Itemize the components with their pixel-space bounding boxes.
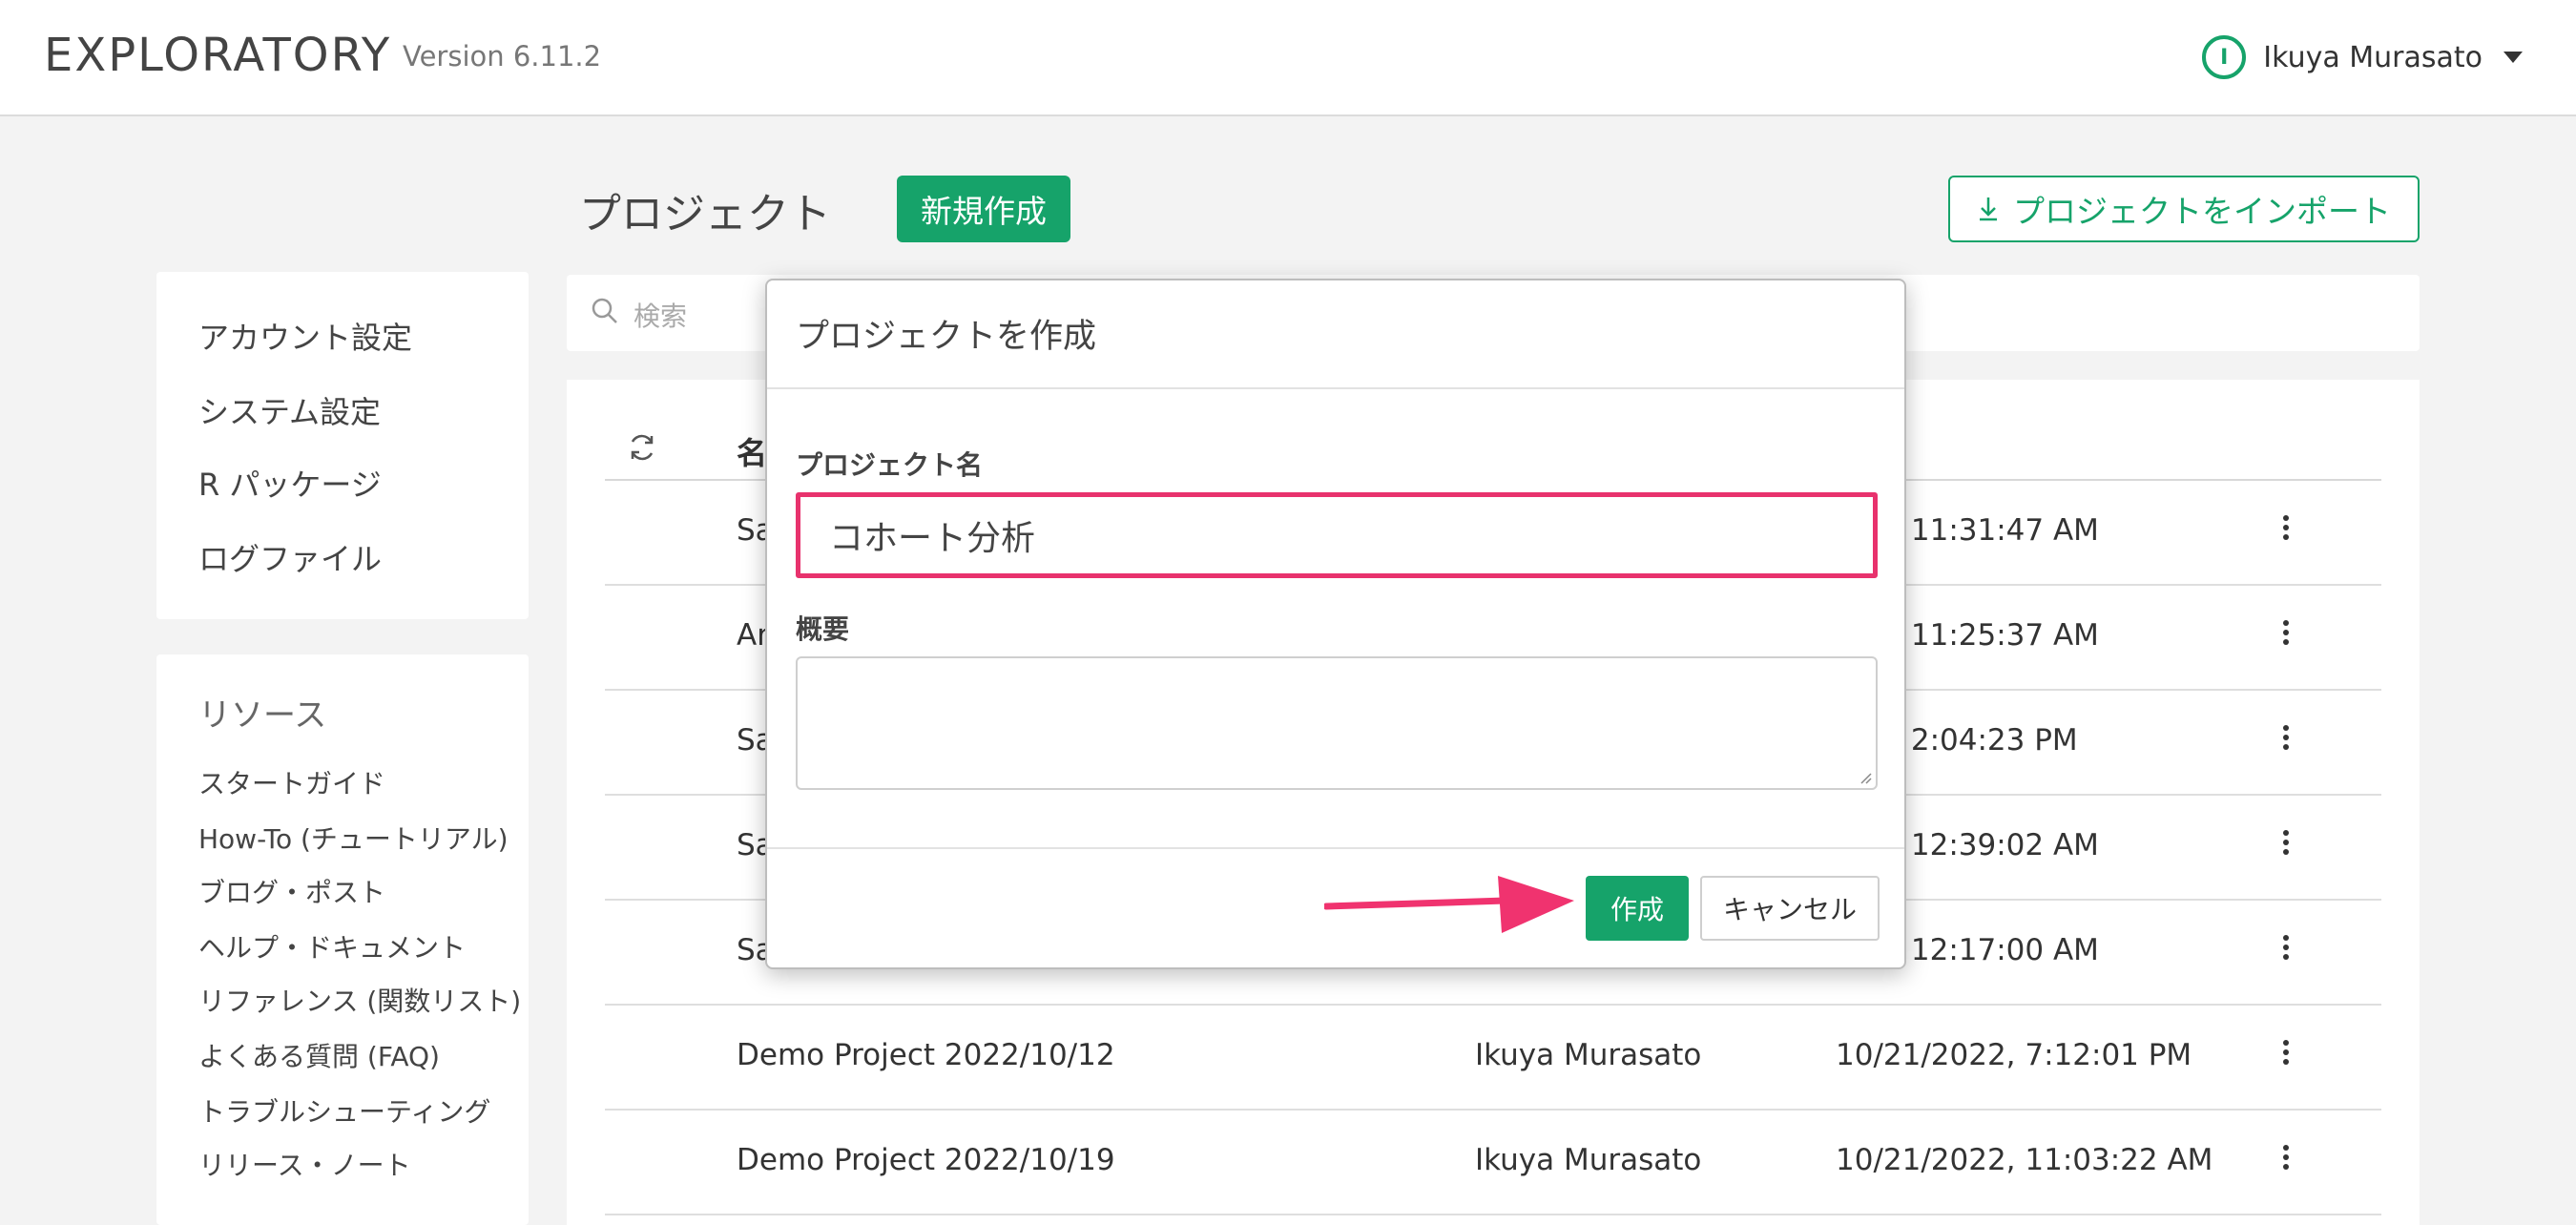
create-project-dialog: プロジェクトを作成 プロジェクト名 コホート分析 概要 作成 キャンセル [765,279,1906,969]
refresh-icon[interactable] [626,431,658,464]
resource-link-faq[interactable]: よくある質問 (FAQ) [198,1036,440,1074]
more-menu-icon[interactable] [2275,1036,2297,1078]
resource-link-how-to[interactable]: How-To (チュートリアル) [198,819,509,857]
import-project-label: プロジェクトをインポート [2013,193,2391,230]
resources-title: リソース [198,696,327,735]
more-menu-icon[interactable] [2275,511,2297,553]
table-row[interactable]: Demo Project 2022/10/19 Ikuya Murasato 1… [605,1111,2381,1215]
more-menu-icon[interactable] [2275,721,2297,763]
resize-handle-icon[interactable] [1857,769,1872,784]
resource-link-help-docs[interactable]: ヘルプ・ドキュメント [198,927,466,965]
description-textarea[interactable] [796,656,1878,790]
project-name-input[interactable]: コホート分析 [796,492,1878,578]
project-updated: 10/21/2022, 11:03:22 AM [1836,1143,2213,1177]
more-menu-icon[interactable] [2275,1141,2297,1183]
dialog-divider [767,847,1904,849]
description-label: 概要 [796,613,850,645]
cancel-button[interactable]: キャンセル [1700,876,1880,941]
search-icon [592,298,617,323]
sidebar-item-system-settings[interactable]: システム設定 [198,388,381,432]
user-name: Ikuya Murasato [2263,40,2483,74]
resource-link-start-guide[interactable]: スタートガイド [198,763,385,801]
resource-link-troubleshooting[interactable]: トラブルシューティング [198,1091,490,1130]
table-row[interactable]: Demo Project 2022/10/12 Ikuya Murasato 1… [605,1006,2381,1111]
project-name-label: プロジェクト名 [796,449,984,481]
page-title: プロジェクト [579,190,831,239]
settings-menu: アカウント設定 システム設定 R パッケージ ログファイル [156,272,529,619]
user-avatar-icon: I [2202,35,2247,79]
download-icon [1980,197,1997,221]
import-project-button[interactable]: プロジェクトをインポート [1948,176,2420,242]
resource-link-reference[interactable]: リファレンス (関数リスト) [198,981,521,1019]
sidebar-item-account-settings[interactable]: アカウント設定 [198,314,412,358]
project-name[interactable]: Demo Project 2022/10/12 [737,1038,1115,1072]
app-logo[interactable]: EXPLORATORY [44,29,391,82]
sidebar-item-r-packages[interactable]: R パッケージ [198,461,382,505]
resource-link-release-notes[interactable]: リリース・ノート [198,1145,411,1183]
project-updated: 10/21/2022, 7:12:01 PM [1836,1038,2192,1072]
dialog-title: プロジェクトを作成 [796,318,1097,356]
search-placeholder: 検索 [634,301,688,332]
annotation-arrow-icon [1324,876,1574,933]
sidebar-item-log-file[interactable]: ログファイル [198,535,382,579]
new-project-button[interactable]: 新規作成 [897,176,1070,242]
project-name[interactable]: Demo Project 2022/10/19 [737,1143,1115,1177]
caret-down-icon [2503,52,2523,63]
project-name-value: コホート分析 [829,519,1036,558]
version-label: Version 6.11.2 [403,40,602,73]
create-button[interactable]: 作成 [1586,876,1689,941]
more-menu-icon[interactable] [2275,826,2297,868]
resources-menu: リソース スタートガイド How-To (チュートリアル) ブログ・ポスト ヘル… [156,654,529,1225]
project-owner: Ikuya Murasato [1475,1143,1702,1177]
more-menu-icon[interactable] [2275,931,2297,973]
dialog-divider [767,387,1904,389]
top-header: EXPLORATORY Version 6.11.2 I Ikuya Muras… [0,0,2576,116]
project-owner: Ikuya Murasato [1475,1038,1702,1072]
user-menu[interactable]: I Ikuya Murasato [2202,32,2523,82]
more-menu-icon[interactable] [2275,616,2297,658]
resource-link-blog[interactable]: ブログ・ポスト [198,872,385,910]
